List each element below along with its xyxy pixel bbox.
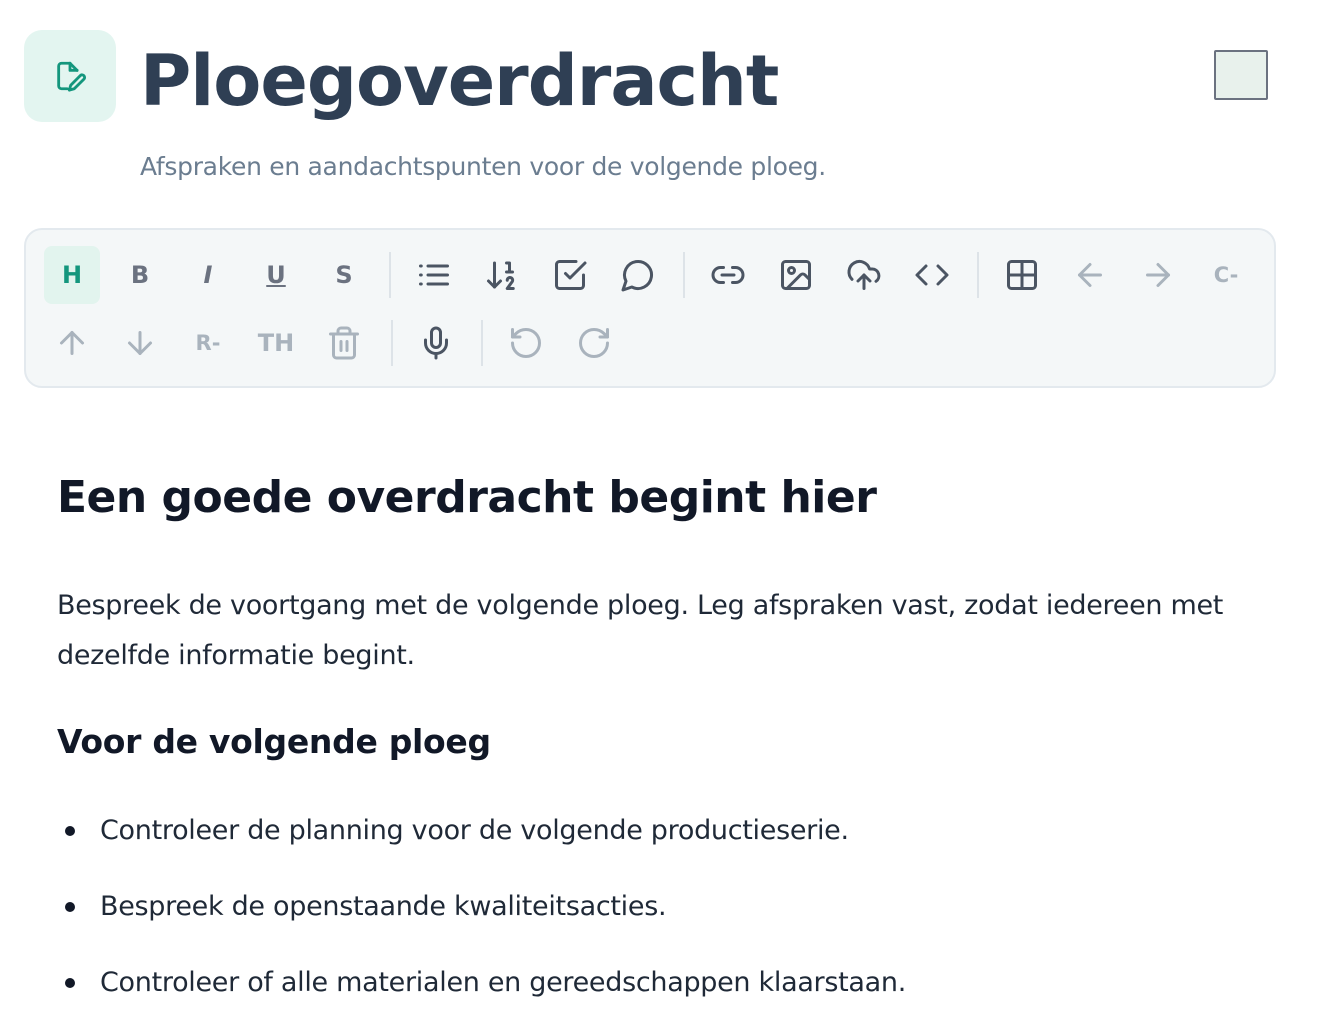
document-subheading: Voor de volgende ploeg: [57, 722, 491, 761]
bullet-icon: [65, 902, 75, 912]
link-icon: [711, 266, 745, 284]
underline-label: U: [266, 261, 286, 289]
bold-label: B: [130, 261, 150, 289]
italic-button[interactable]: I: [180, 246, 236, 304]
table-icon: [1007, 260, 1037, 290]
arrow-up-icon: [60, 331, 84, 355]
bold-button[interactable]: B: [112, 246, 168, 304]
comment-icon: [621, 259, 654, 292]
page-subtitle: Afspraken en aandachtspunten voor de vol…: [140, 152, 826, 181]
list-item-text: Controleer of alle materialen en gereeds…: [100, 967, 906, 998]
toolbar-separator: [389, 252, 391, 298]
add-row-above-button[interactable]: [44, 314, 100, 372]
editor-content[interactable]: Een goede overdracht begint hier Bespree…: [57, 470, 1267, 1021]
delete-table-button[interactable]: [316, 314, 372, 372]
microphone-icon: [424, 326, 448, 360]
bullet-list-icon: [419, 264, 449, 286]
list-item: Controleer de planning voor de volgende …: [57, 793, 1267, 869]
code-icon: [915, 264, 949, 286]
checklist-icon: [555, 260, 587, 290]
delete-column-button[interactable]: C-: [1198, 246, 1254, 304]
list-item-text: Controleer de planning voor de volgende …: [100, 815, 849, 846]
bullet-icon: [65, 826, 75, 836]
toolbar-separator: [481, 320, 483, 366]
document-paragraph: Bespreek de voortgang met de volgende pl…: [57, 590, 1224, 671]
table-header-button[interactable]: TH: [248, 314, 304, 372]
image-icon: [781, 260, 811, 290]
redo-button[interactable]: [566, 314, 622, 372]
numbered-list-button[interactable]: [474, 246, 530, 304]
numbered-list-icon: [487, 261, 515, 290]
heading-button[interactable]: H: [44, 246, 100, 304]
bullet-icon: [65, 978, 75, 988]
link-button[interactable]: [700, 246, 756, 304]
toolbar-separator: [683, 252, 685, 298]
page-title: Ploegoverdracht: [140, 40, 779, 122]
delete-row-label: R-: [195, 331, 221, 355]
upload-button[interactable]: [836, 246, 892, 304]
trash-icon: [329, 326, 359, 360]
bullet-list: Controleer de planning voor de volgende …: [57, 793, 1267, 1021]
edit-note-icon: [57, 61, 86, 92]
italic-label: I: [203, 261, 213, 289]
delete-row-button[interactable]: R-: [180, 314, 236, 372]
document-heading: Een goede overdracht begint hier: [57, 472, 877, 523]
underline-button[interactable]: U: [248, 246, 304, 304]
toolbar-separator: [977, 252, 979, 298]
comment-button[interactable]: [610, 246, 666, 304]
table-header-label: TH: [257, 329, 295, 357]
app-icon: [24, 30, 116, 122]
bullet-list-button[interactable]: [406, 246, 462, 304]
redo-icon: [579, 328, 609, 358]
code-button[interactable]: [904, 246, 960, 304]
add-column-right-button[interactable]: [1130, 246, 1186, 304]
heading-label: H: [61, 261, 83, 289]
editor-toolbar: H B I U S C- R- TH: [24, 228, 1276, 388]
list-item: Bespreek de openstaande kwaliteitsacties…: [57, 869, 1267, 945]
delete-column-label: C-: [1213, 263, 1239, 287]
table-button[interactable]: [994, 246, 1050, 304]
color-swatch[interactable]: [1214, 50, 1268, 100]
add-row-below-button[interactable]: [112, 314, 168, 372]
arrow-down-icon: [128, 331, 152, 355]
arrow-left-icon: [1078, 263, 1102, 287]
toolbar-separator: [391, 320, 393, 366]
arrow-right-icon: [1146, 263, 1170, 287]
add-column-left-button[interactable]: [1062, 246, 1118, 304]
strikethrough-button[interactable]: S: [316, 246, 372, 304]
checklist-button[interactable]: [542, 246, 598, 304]
list-item: Controleer of alle materialen en gereeds…: [57, 945, 1267, 1021]
dictation-button[interactable]: [408, 314, 464, 372]
strikethrough-label: S: [335, 261, 353, 289]
undo-button[interactable]: [498, 314, 554, 372]
image-button[interactable]: [768, 246, 824, 304]
list-item-text: Bespreek de openstaande kwaliteitsacties…: [100, 891, 667, 922]
upload-icon: [847, 260, 881, 290]
undo-icon: [511, 328, 541, 358]
